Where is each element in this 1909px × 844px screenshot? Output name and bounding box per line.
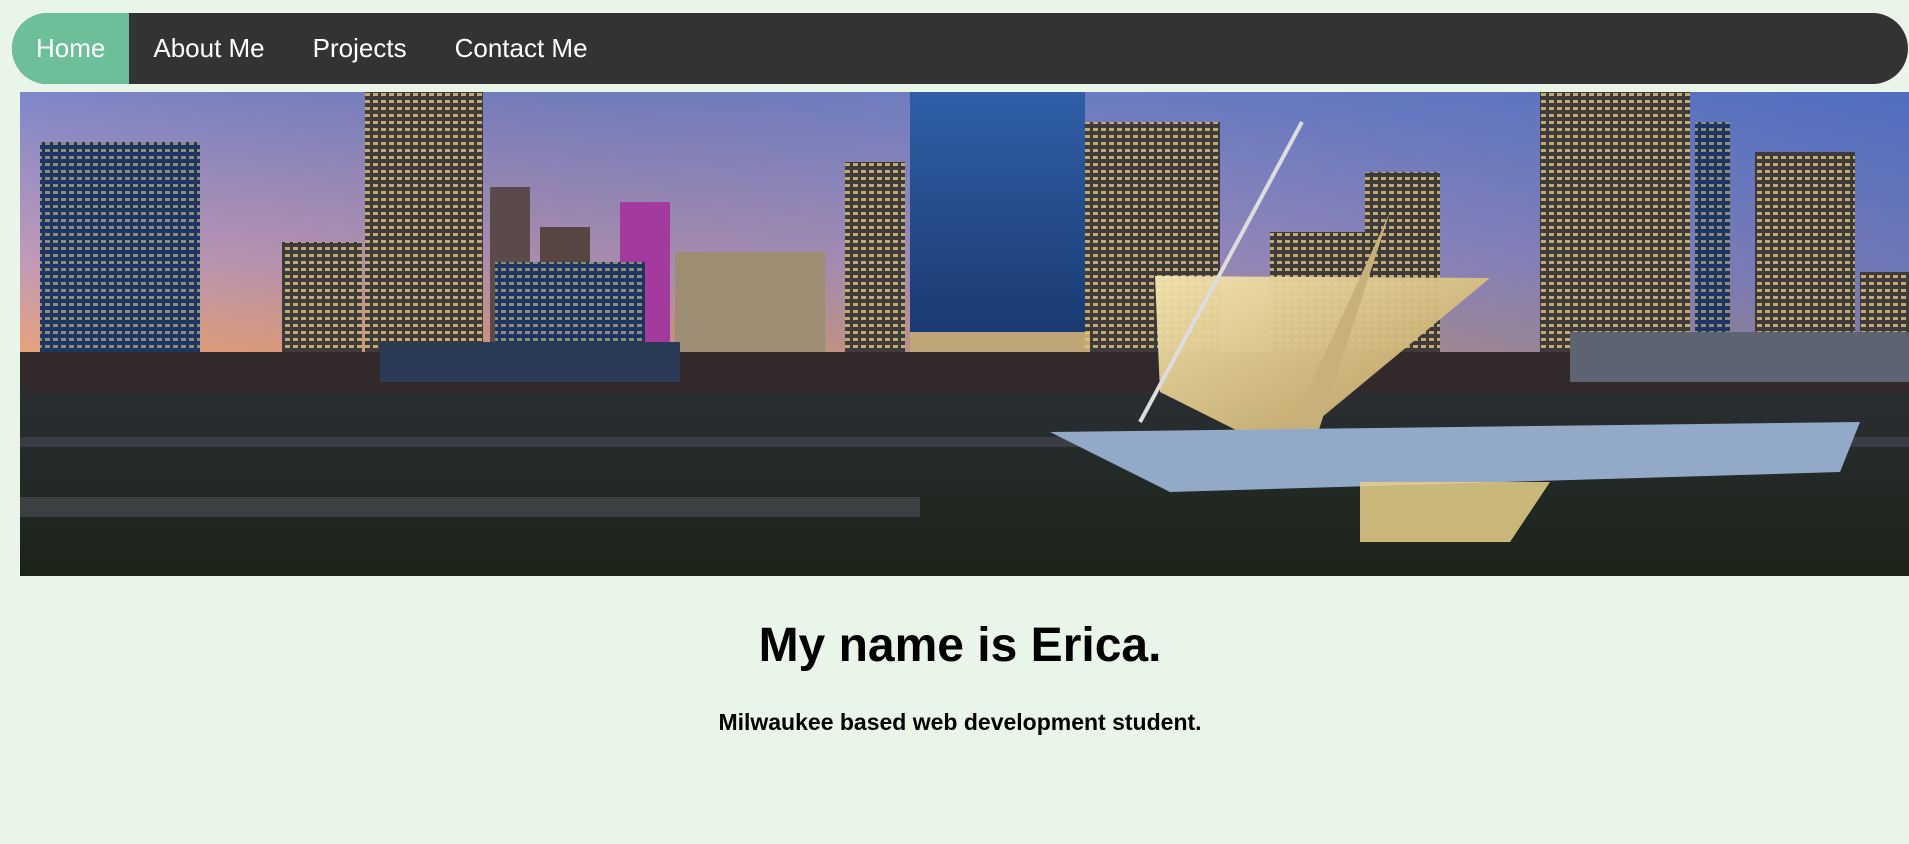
hero-skyline-image	[20, 92, 1909, 576]
page-heading: My name is Erica.	[758, 619, 1162, 672]
main-navbar: Home About Me Projects Contact Me	[12, 13, 1908, 84]
nav-item-about-me[interactable]: About Me	[129, 13, 288, 84]
nav-item-home[interactable]: Home	[12, 13, 130, 84]
nav-item-projects[interactable]: Projects	[289, 13, 431, 84]
nav-item-contact-me[interactable]: Contact Me	[431, 13, 612, 84]
page-subheading: Milwaukee based web development student.	[718, 709, 1202, 735]
